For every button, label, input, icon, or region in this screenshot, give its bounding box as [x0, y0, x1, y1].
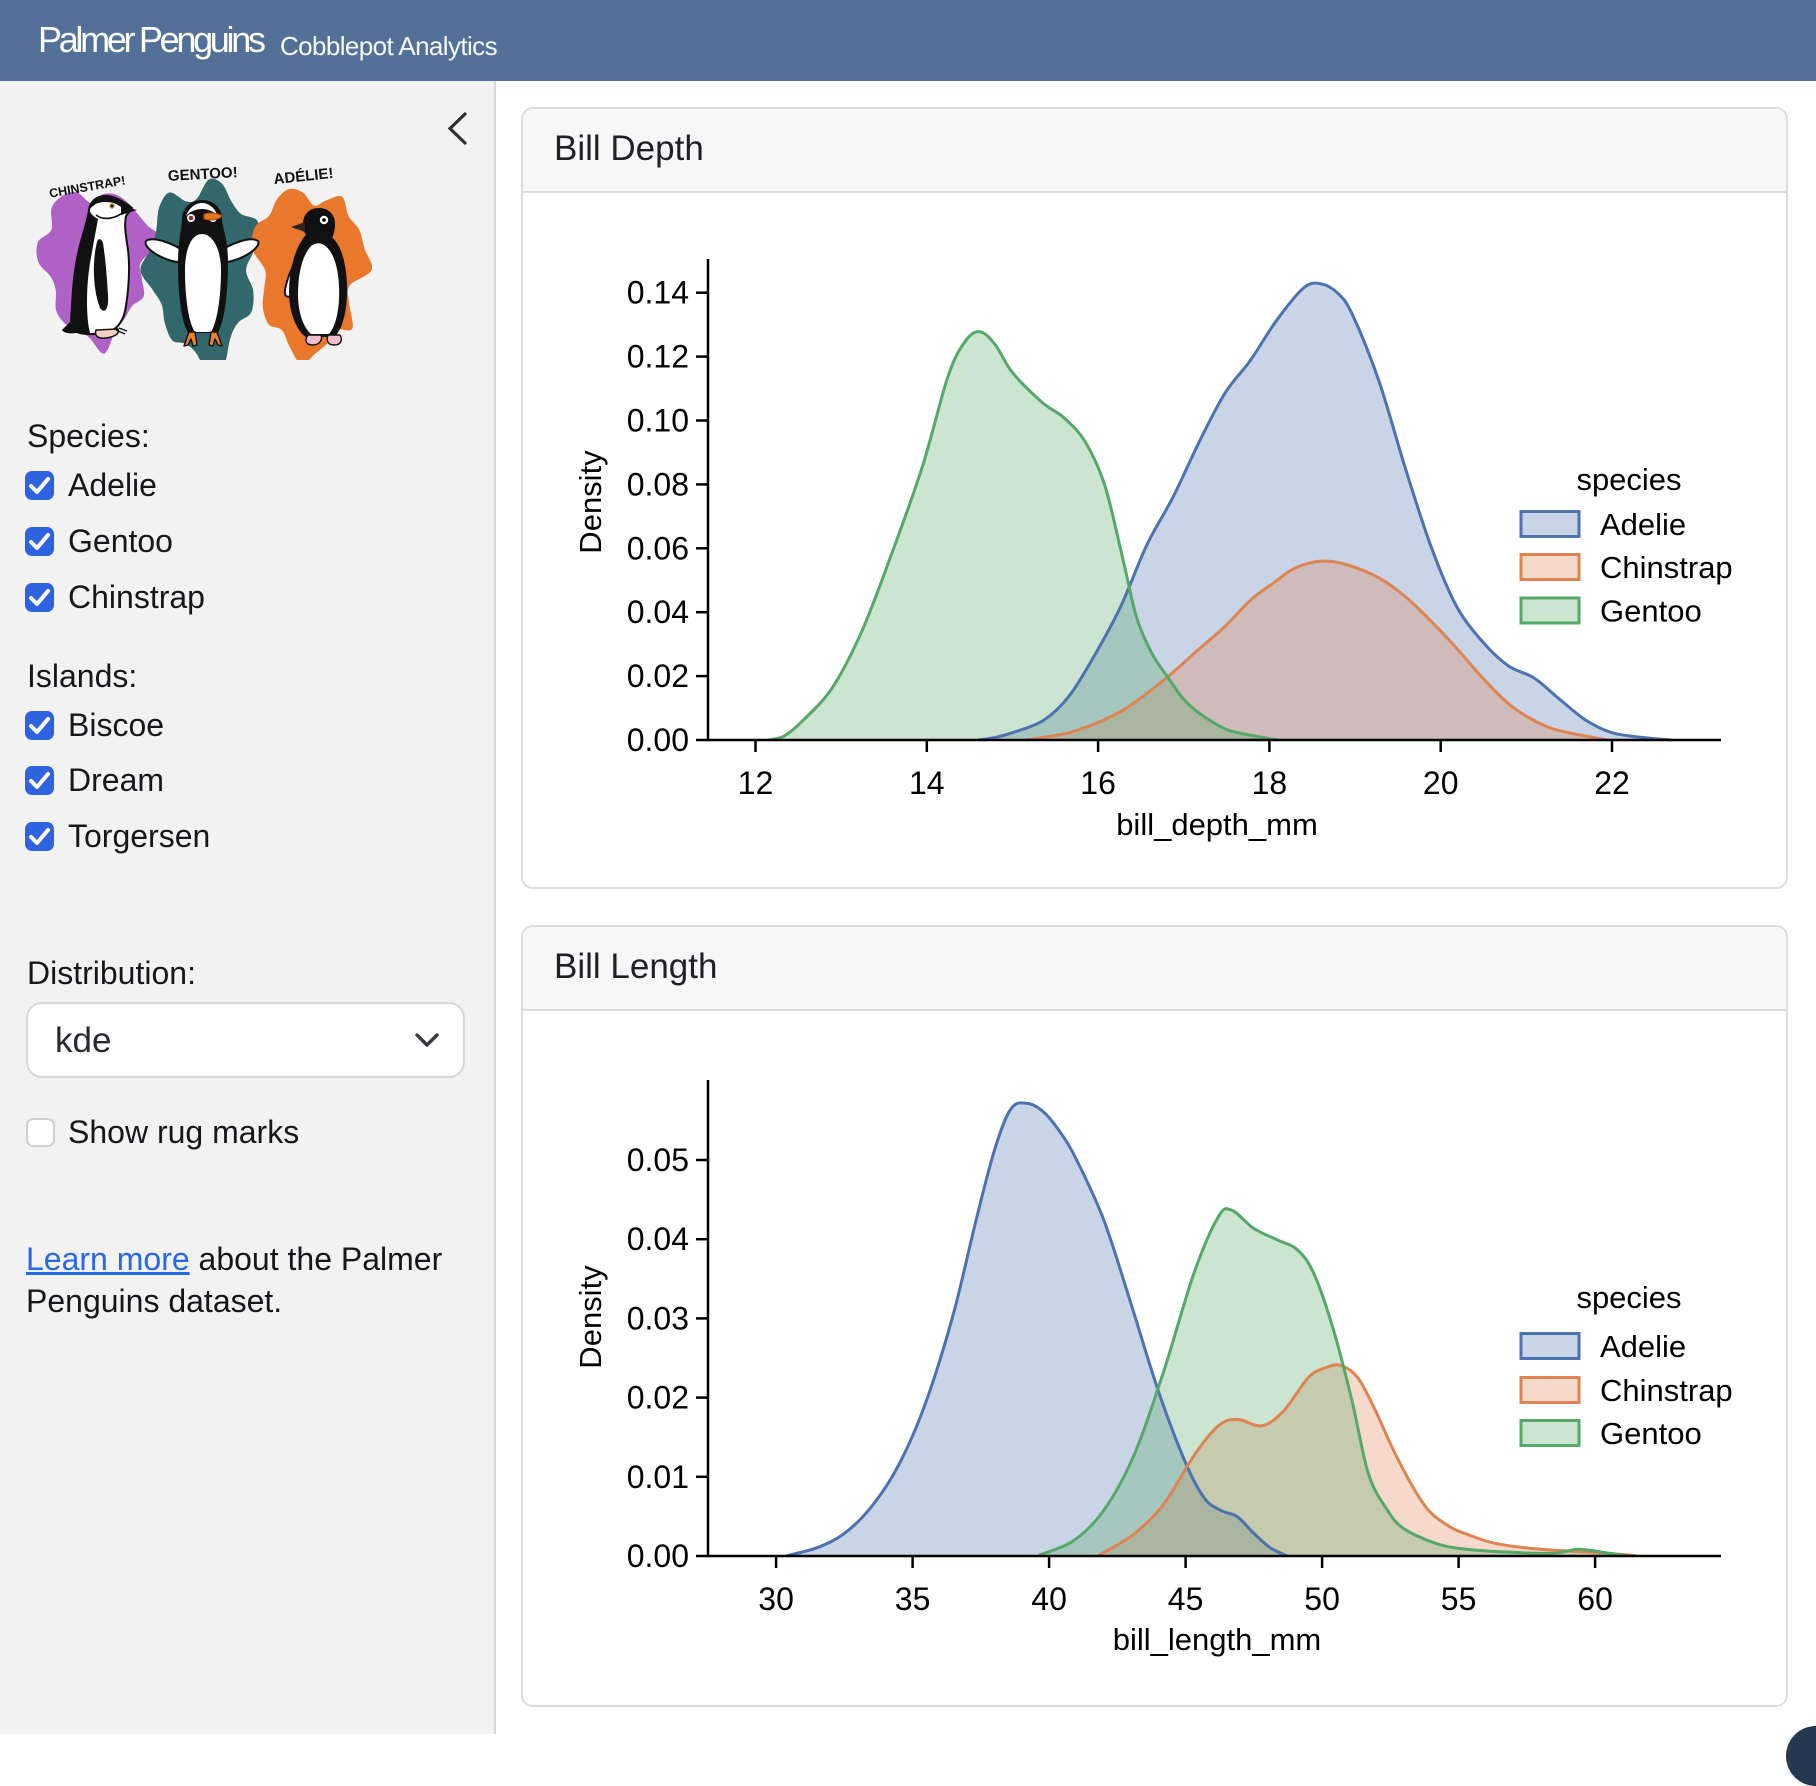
- svg-text:0.00: 0.00: [627, 1538, 689, 1574]
- svg-text:Chinstrap: Chinstrap: [1600, 1373, 1733, 1408]
- svg-text:Adelie: Adelie: [1600, 1329, 1686, 1364]
- svg-text:Density: Density: [573, 1265, 608, 1369]
- svg-text:0.04: 0.04: [627, 1221, 689, 1257]
- svg-text:35: 35: [895, 1581, 931, 1617]
- svg-text:16: 16: [1080, 765, 1116, 801]
- svg-text:0.08: 0.08: [627, 466, 689, 502]
- svg-text:22: 22: [1594, 765, 1630, 801]
- svg-text:GENTOO!: GENTOO!: [168, 164, 239, 185]
- svg-text:Adelie: Adelie: [1600, 507, 1686, 542]
- svg-text:0.12: 0.12: [627, 339, 689, 375]
- svg-text:ADÉLIE!: ADÉLIE!: [273, 165, 334, 188]
- svg-text:0.01: 0.01: [627, 1459, 689, 1495]
- svg-text:0.00: 0.00: [627, 722, 689, 758]
- svg-text:40: 40: [1031, 1581, 1067, 1617]
- svg-text:bill_depth_mm: bill_depth_mm: [1116, 807, 1318, 842]
- svg-text:0.02: 0.02: [627, 658, 689, 694]
- svg-text:species: species: [1576, 462, 1681, 497]
- svg-text:0.14: 0.14: [627, 275, 689, 311]
- svg-text:species: species: [1576, 1280, 1681, 1315]
- svg-text:60: 60: [1577, 1581, 1613, 1617]
- svg-text:0.06: 0.06: [627, 530, 689, 566]
- svg-text:55: 55: [1441, 1581, 1477, 1617]
- svg-text:0.05: 0.05: [627, 1142, 689, 1178]
- svg-text:50: 50: [1304, 1581, 1340, 1617]
- svg-text:45: 45: [1168, 1581, 1204, 1617]
- svg-text:0.02: 0.02: [627, 1380, 689, 1416]
- svg-text:0.03: 0.03: [627, 1300, 689, 1336]
- svg-text:bill_length_mm: bill_length_mm: [1113, 1622, 1322, 1657]
- svg-text:0.10: 0.10: [627, 403, 689, 439]
- svg-text:Chinstrap: Chinstrap: [1600, 550, 1733, 585]
- svg-text:14: 14: [909, 765, 945, 801]
- svg-text:30: 30: [758, 1581, 794, 1617]
- svg-text:12: 12: [738, 765, 774, 801]
- svg-text:18: 18: [1252, 765, 1288, 801]
- svg-text:20: 20: [1423, 765, 1459, 801]
- svg-text:Gentoo: Gentoo: [1600, 1416, 1702, 1451]
- svg-text:Gentoo: Gentoo: [1600, 594, 1702, 629]
- svg-text:Density: Density: [573, 450, 608, 554]
- svg-text:0.04: 0.04: [627, 594, 689, 630]
